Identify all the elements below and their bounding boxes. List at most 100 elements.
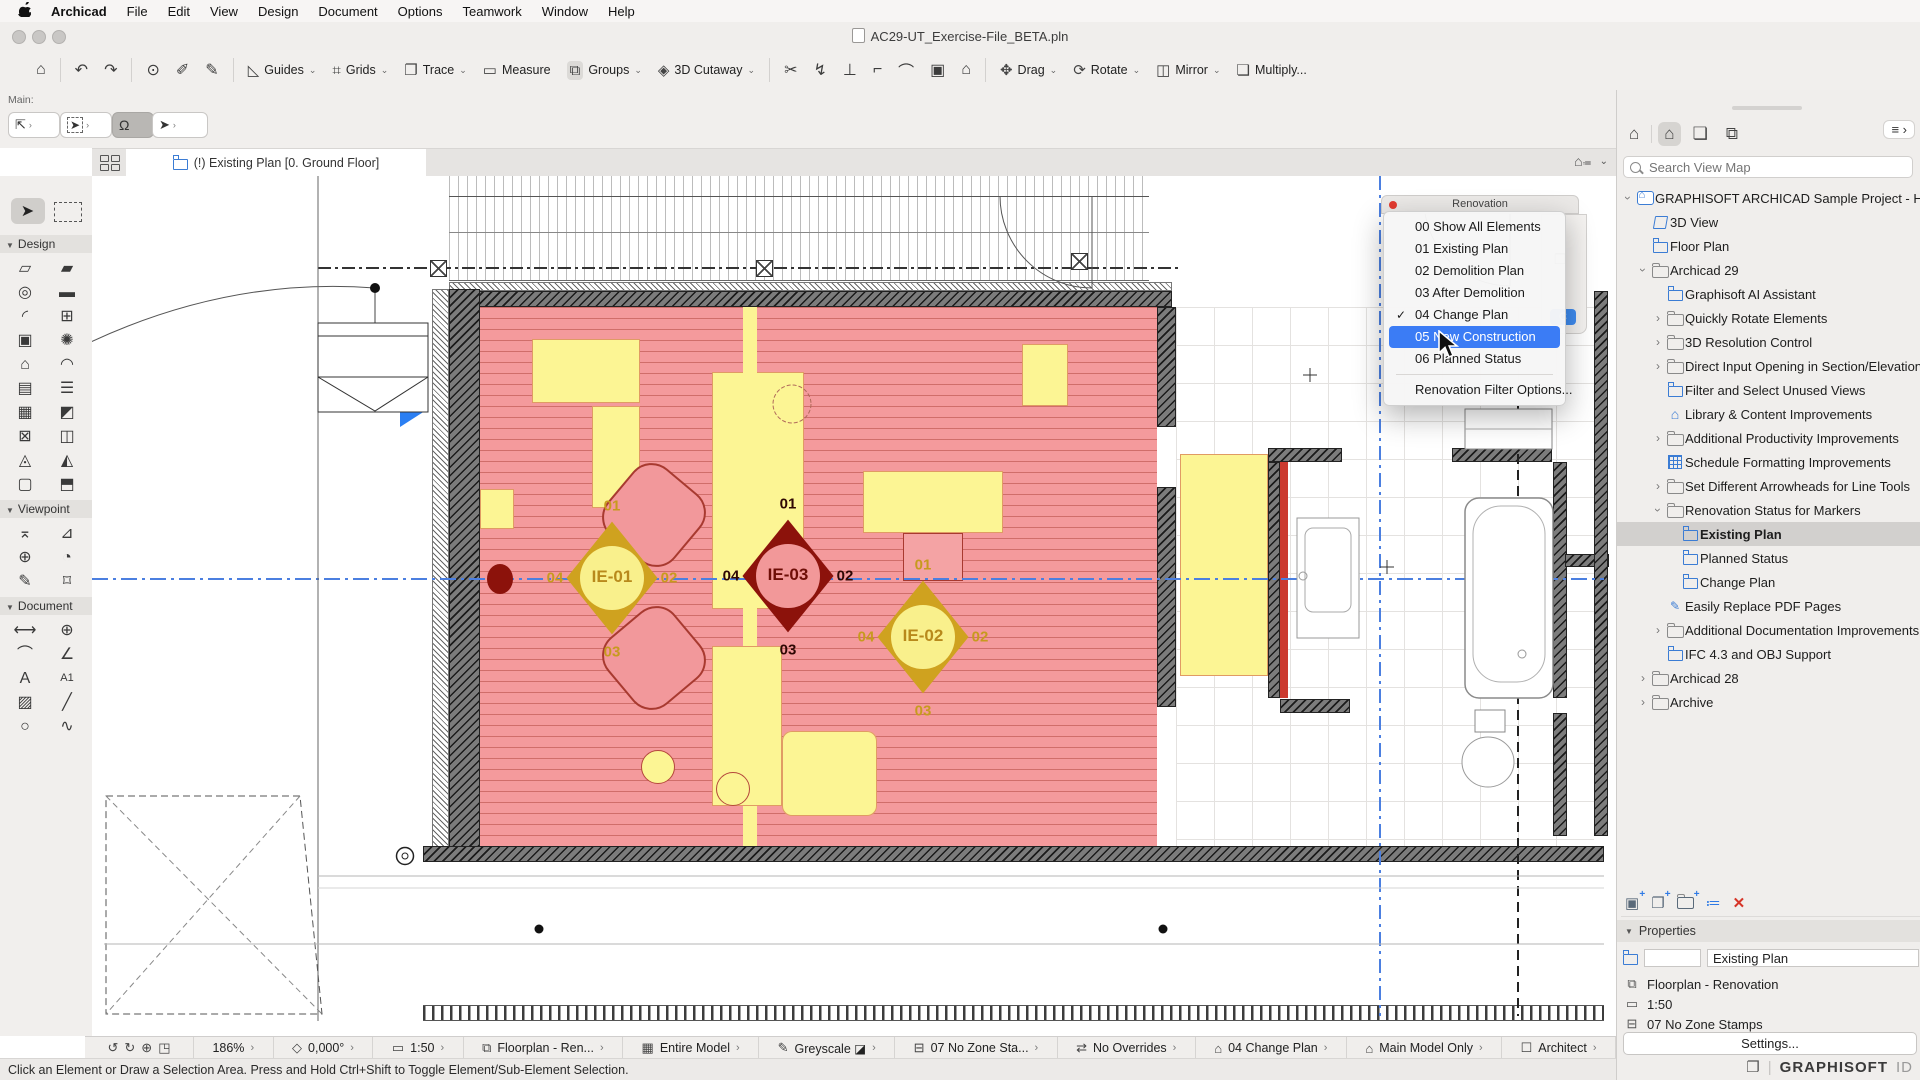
- menu-item-edit[interactable]: Edit: [158, 4, 200, 19]
- tree-item-library-content-improvements[interactable]: ⌂Library & Content Improvements: [1617, 402, 1920, 426]
- curtain-wall-tool[interactable]: ▦: [17, 402, 32, 423]
- search-input[interactable]: [1647, 159, 1906, 176]
- tree-item-ifc-4-3-and-obj-support[interactable]: IFC 4.3 and OBJ Support: [1617, 642, 1920, 666]
- menu-item-02-demolition-plan[interactable]: 02 Demolition Plan: [1389, 260, 1560, 282]
- menu-item-document[interactable]: Document: [308, 4, 387, 19]
- fillet-icon[interactable]: ⌒: [890, 55, 922, 85]
- tree-item-additional-documentation-improvements[interactable]: ›Additional Documentation Improvements: [1617, 618, 1920, 642]
- stair-tool[interactable]: ▤: [17, 378, 32, 399]
- new-folder-icon[interactable]: +: [1677, 894, 1694, 913]
- label-tool[interactable]: A1: [60, 668, 73, 689]
- view-id-field[interactable]: [1644, 949, 1701, 967]
- properties-header[interactable]: ▼Properties: [1617, 920, 1920, 942]
- grid-tool[interactable]: ⊠: [18, 426, 31, 447]
- tree-item-existing-plan[interactable]: Existing Plan: [1617, 522, 1920, 546]
- navigator-preview-icon[interactable]: ⌂≔: [1574, 153, 1591, 169]
- quick-option-layer-combination[interactable]: ⧉Floorplan - Ren...›: [464, 1037, 623, 1059]
- redo-icon[interactable]: ↷: [96, 57, 125, 83]
- elevation-marker-icon[interactable]: [400, 391, 428, 427]
- roof-tool[interactable]: ⌂: [20, 354, 30, 375]
- zone-tool[interactable]: ▢: [17, 474, 32, 495]
- window-tool[interactable]: ⊞: [60, 306, 73, 327]
- palette-close-icon[interactable]: [1389, 201, 1397, 209]
- quick-option-pen-set[interactable]: ✎Greyscale ◪›: [759, 1037, 895, 1059]
- quick-option-renovation-filter[interactable]: ⌂04 Change Plan›: [1196, 1037, 1347, 1059]
- column-tool[interactable]: ◎: [18, 282, 32, 303]
- tree-item-direct-input-opening-in-section-elevatio[interactable]: ›Direct Input Opening in Section/Elevati…: [1617, 354, 1920, 378]
- tree-chevron-icon[interactable]: ›: [1651, 311, 1665, 325]
- tree-chevron-icon[interactable]: ›: [1651, 479, 1665, 493]
- toolbox-section-design[interactable]: ▼Design: [0, 235, 92, 253]
- tree-item-schedule-formatting-improvements[interactable]: Schedule Formatting Improvements: [1617, 450, 1920, 474]
- tree-item-archive[interactable]: ›Archive: [1617, 690, 1920, 714]
- pickup-parameters-icon[interactable]: ✐: [168, 57, 197, 83]
- tree-item-additional-productivity-improvements[interactable]: ›Additional Productivity Improvements: [1617, 426, 1920, 450]
- tree-item-archicad-29[interactable]: ›Archicad 29: [1617, 258, 1920, 282]
- tree-chevron-icon[interactable]: ›: [1651, 359, 1665, 373]
- tab-overview-icon[interactable]: [100, 155, 122, 171]
- fit-in-window-icon[interactable]: ◳: [158, 1040, 170, 1056]
- menu-item-05-new-construction[interactable]: 05 New Construction: [1389, 326, 1560, 348]
- tree-item-graphisoft-ai-assistant[interactable]: Graphisoft AI Assistant: [1617, 282, 1920, 306]
- circle-tool[interactable]: ○: [20, 716, 30, 737]
- level-dimension-tool[interactable]: ⊕: [60, 620, 73, 641]
- grids-button[interactable]: ⌗Grids⌄: [324, 59, 396, 82]
- menu-item-help[interactable]: Help: [598, 4, 645, 19]
- undo-icon[interactable]: ↶: [67, 57, 96, 83]
- selection-favorites-button[interactable]: ⇱›: [8, 112, 60, 138]
- guides-button[interactable]: ◺Guides⌄: [240, 58, 325, 82]
- tree-item-floor-plan[interactable]: Floor Plan: [1617, 234, 1920, 258]
- toolbox-section-viewpoint[interactable]: ▼Viewpoint: [0, 500, 92, 518]
- groups-button[interactable]: ⧉Groups⌄: [559, 58, 650, 83]
- section-tool[interactable]: ⌅: [18, 523, 31, 544]
- menu-item-03-after-demolition[interactable]: 03 After Demolition: [1389, 282, 1560, 304]
- menu-item-options[interactable]: Options: [388, 4, 453, 19]
- quick-option-orientation[interactable]: ◇0,000°›: [274, 1037, 374, 1059]
- menu-item-01-existing-plan[interactable]: 01 Existing Plan: [1389, 238, 1560, 260]
- mirror-button[interactable]: ◫Mirror⌄: [1148, 58, 1228, 82]
- interior-elevation-tool[interactable]: ⊕: [18, 547, 31, 568]
- tree-item-3d-view[interactable]: 3D View: [1617, 210, 1920, 234]
- tab-existing-plan[interactable]: (!) Existing Plan [0. Ground Floor]: [126, 149, 426, 177]
- split-icon[interactable]: ✂: [776, 57, 805, 83]
- view-name-field[interactable]: [1707, 949, 1919, 967]
- delete-icon[interactable]: ✕: [1733, 894, 1746, 912]
- fill-tool[interactable]: ▨: [17, 692, 32, 713]
- tree-chevron-icon[interactable]: ›: [1651, 623, 1665, 637]
- trim-icon[interactable]: ↯: [805, 57, 834, 83]
- tree-item-3d-resolution-control[interactable]: ›3D Resolution Control: [1617, 330, 1920, 354]
- quick-option-structure-display[interactable]: ▦Entire Model›: [623, 1037, 759, 1059]
- wall-tool[interactable]: ▱: [19, 258, 31, 279]
- menu-item-04-change-plan[interactable]: ✓04 Change Plan: [1389, 304, 1560, 326]
- tree-chevron-icon[interactable]: ›: [1636, 671, 1650, 685]
- window-stack-icon[interactable]: ❐: [1746, 1058, 1759, 1076]
- open-icon[interactable]: ⌂: [953, 58, 979, 82]
- clone-folder-icon[interactable]: ❐+: [1651, 894, 1664, 912]
- menu-item-window[interactable]: Window: [532, 4, 598, 19]
- door-tool[interactable]: ◜: [22, 306, 28, 327]
- resize-icon[interactable]: ▣: [922, 57, 953, 83]
- view-settings-icon[interactable]: ≔: [1706, 894, 1721, 912]
- adjust-icon[interactable]: ⊥: [835, 57, 865, 83]
- tree-item-archicad-28[interactable]: ›Archicad 28: [1617, 666, 1920, 690]
- quick-option-graphic-override[interactable]: ⇄No Overrides›: [1058, 1037, 1196, 1059]
- chevron-down-icon[interactable]: ⌄: [1600, 156, 1608, 167]
- arrow-tool[interactable]: ➤: [11, 198, 45, 224]
- quick-option-model-view-options[interactable]: ⌂Main Model Only›: [1347, 1037, 1502, 1059]
- morph-tool[interactable]: ◭: [61, 450, 73, 471]
- find-select-icon[interactable]: ⊙: [138, 57, 167, 83]
- tree-chevron-icon[interactable]: ›: [1636, 695, 1650, 709]
- tree-item-graphisoft-archicad-sample-project-hills[interactable]: ›GRAPHISOFT ARCHICAD Sample Project - Hi…: [1617, 186, 1920, 210]
- tree-item-renovation-status-for-markers[interactable]: ›Renovation Status for Markers: [1617, 498, 1920, 522]
- tree-chevron-icon[interactable]: ›: [1651, 503, 1665, 517]
- tree-item-set-different-arrowheads-for-line-tools[interactable]: ›Set Different Arrowheads for Line Tools: [1617, 474, 1920, 498]
- intersect-icon[interactable]: ⌐: [865, 58, 890, 82]
- mesh-tool[interactable]: ◬: [19, 450, 31, 471]
- project-map-tab[interactable]: ⌂: [1623, 122, 1645, 146]
- tree-item-easily-replace-pdf-pages[interactable]: ✎Easily Replace PDF Pages: [1617, 594, 1920, 618]
- layout-book-tab[interactable]: ❏: [1687, 122, 1714, 146]
- elevation-tool[interactable]: ⊿: [60, 523, 73, 544]
- quick-option-zoom-level[interactable]: 186%›: [194, 1037, 274, 1059]
- tree-chevron-icon[interactable]: ›: [1636, 263, 1650, 277]
- arrow-tool-quick-button[interactable]: ➤›: [152, 112, 208, 138]
